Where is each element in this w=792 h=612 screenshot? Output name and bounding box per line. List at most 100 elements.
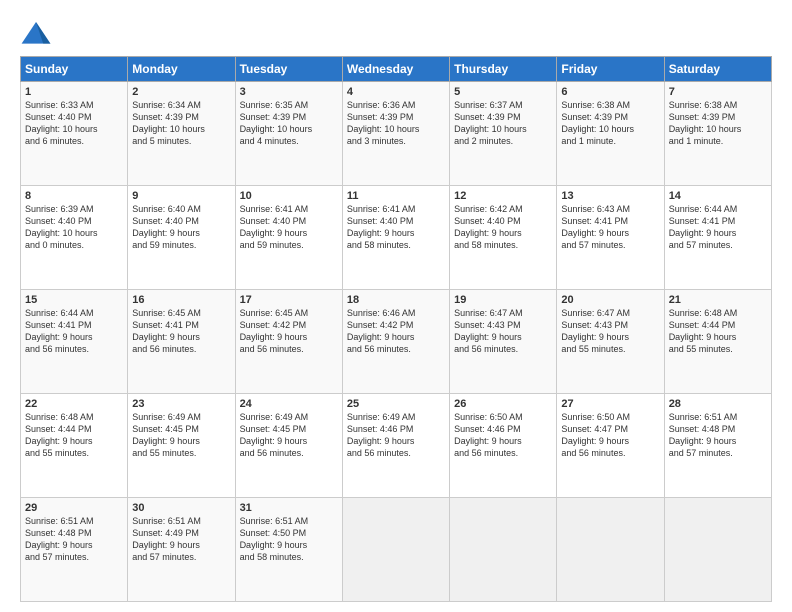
- cell-content: Sunrise: 6:34 AM Sunset: 4:39 PM Dayligh…: [132, 99, 230, 148]
- day-number: 15: [25, 294, 123, 306]
- cell-content: Sunrise: 6:47 AM Sunset: 4:43 PM Dayligh…: [454, 307, 552, 356]
- cell-content: Sunrise: 6:48 AM Sunset: 4:44 PM Dayligh…: [25, 411, 123, 460]
- week-row-2: 8Sunrise: 6:39 AM Sunset: 4:40 PM Daylig…: [21, 186, 772, 290]
- calendar-cell: 17Sunrise: 6:45 AM Sunset: 4:42 PM Dayli…: [235, 290, 342, 394]
- day-number: 7: [669, 86, 767, 98]
- cell-content: Sunrise: 6:42 AM Sunset: 4:40 PM Dayligh…: [454, 203, 552, 252]
- calendar-cell: 6Sunrise: 6:38 AM Sunset: 4:39 PM Daylig…: [557, 82, 664, 186]
- day-number: 30: [132, 502, 230, 514]
- day-number: 18: [347, 294, 445, 306]
- cell-content: Sunrise: 6:35 AM Sunset: 4:39 PM Dayligh…: [240, 99, 338, 148]
- calendar-cell: [557, 498, 664, 602]
- calendar-cell: 15Sunrise: 6:44 AM Sunset: 4:41 PM Dayli…: [21, 290, 128, 394]
- cell-content: Sunrise: 6:36 AM Sunset: 4:39 PM Dayligh…: [347, 99, 445, 148]
- calendar-cell: 9Sunrise: 6:40 AM Sunset: 4:40 PM Daylig…: [128, 186, 235, 290]
- day-number: 8: [25, 190, 123, 202]
- calendar-cell: 28Sunrise: 6:51 AM Sunset: 4:48 PM Dayli…: [664, 394, 771, 498]
- logo: [20, 18, 58, 50]
- day-number: 25: [347, 398, 445, 410]
- cell-content: Sunrise: 6:50 AM Sunset: 4:47 PM Dayligh…: [561, 411, 659, 460]
- day-number: 11: [347, 190, 445, 202]
- day-number: 26: [454, 398, 552, 410]
- calendar-cell: [342, 498, 449, 602]
- calendar-cell: [664, 498, 771, 602]
- header-wednesday: Wednesday: [342, 57, 449, 82]
- week-row-4: 22Sunrise: 6:48 AM Sunset: 4:44 PM Dayli…: [21, 394, 772, 498]
- day-number: 19: [454, 294, 552, 306]
- day-number: 5: [454, 86, 552, 98]
- calendar-cell: 7Sunrise: 6:38 AM Sunset: 4:39 PM Daylig…: [664, 82, 771, 186]
- day-number: 2: [132, 86, 230, 98]
- cell-content: Sunrise: 6:44 AM Sunset: 4:41 PM Dayligh…: [669, 203, 767, 252]
- cell-content: Sunrise: 6:41 AM Sunset: 4:40 PM Dayligh…: [347, 203, 445, 252]
- cell-content: Sunrise: 6:50 AM Sunset: 4:46 PM Dayligh…: [454, 411, 552, 460]
- calendar-cell: 4Sunrise: 6:36 AM Sunset: 4:39 PM Daylig…: [342, 82, 449, 186]
- cell-content: Sunrise: 6:41 AM Sunset: 4:40 PM Dayligh…: [240, 203, 338, 252]
- header-thursday: Thursday: [450, 57, 557, 82]
- day-number: 23: [132, 398, 230, 410]
- day-number: 20: [561, 294, 659, 306]
- day-number: 21: [669, 294, 767, 306]
- day-number: 14: [669, 190, 767, 202]
- calendar-cell: 12Sunrise: 6:42 AM Sunset: 4:40 PM Dayli…: [450, 186, 557, 290]
- calendar-cell: 8Sunrise: 6:39 AM Sunset: 4:40 PM Daylig…: [21, 186, 128, 290]
- calendar-cell: 23Sunrise: 6:49 AM Sunset: 4:45 PM Dayli…: [128, 394, 235, 498]
- cell-content: Sunrise: 6:49 AM Sunset: 4:45 PM Dayligh…: [240, 411, 338, 460]
- calendar-cell: 11Sunrise: 6:41 AM Sunset: 4:40 PM Dayli…: [342, 186, 449, 290]
- cell-content: Sunrise: 6:49 AM Sunset: 4:46 PM Dayligh…: [347, 411, 445, 460]
- day-number: 27: [561, 398, 659, 410]
- cell-content: Sunrise: 6:38 AM Sunset: 4:39 PM Dayligh…: [669, 99, 767, 148]
- calendar-cell: 19Sunrise: 6:47 AM Sunset: 4:43 PM Dayli…: [450, 290, 557, 394]
- calendar-cell: 3Sunrise: 6:35 AM Sunset: 4:39 PM Daylig…: [235, 82, 342, 186]
- day-number: 4: [347, 86, 445, 98]
- calendar-cell: 24Sunrise: 6:49 AM Sunset: 4:45 PM Dayli…: [235, 394, 342, 498]
- header-tuesday: Tuesday: [235, 57, 342, 82]
- calendar-cell: 26Sunrise: 6:50 AM Sunset: 4:46 PM Dayli…: [450, 394, 557, 498]
- day-number: 22: [25, 398, 123, 410]
- header-monday: Monday: [128, 57, 235, 82]
- day-number: 12: [454, 190, 552, 202]
- calendar-cell: 5Sunrise: 6:37 AM Sunset: 4:39 PM Daylig…: [450, 82, 557, 186]
- week-row-1: 1Sunrise: 6:33 AM Sunset: 4:40 PM Daylig…: [21, 82, 772, 186]
- header-friday: Friday: [557, 57, 664, 82]
- calendar-header-row: SundayMondayTuesdayWednesdayThursdayFrid…: [21, 57, 772, 82]
- day-number: 29: [25, 502, 123, 514]
- week-row-3: 15Sunrise: 6:44 AM Sunset: 4:41 PM Dayli…: [21, 290, 772, 394]
- calendar-cell: 18Sunrise: 6:46 AM Sunset: 4:42 PM Dayli…: [342, 290, 449, 394]
- week-row-5: 29Sunrise: 6:51 AM Sunset: 4:48 PM Dayli…: [21, 498, 772, 602]
- cell-content: Sunrise: 6:33 AM Sunset: 4:40 PM Dayligh…: [25, 99, 123, 148]
- calendar-cell: 13Sunrise: 6:43 AM Sunset: 4:41 PM Dayli…: [557, 186, 664, 290]
- cell-content: Sunrise: 6:51 AM Sunset: 4:48 PM Dayligh…: [25, 515, 123, 564]
- cell-content: Sunrise: 6:46 AM Sunset: 4:42 PM Dayligh…: [347, 307, 445, 356]
- cell-content: Sunrise: 6:47 AM Sunset: 4:43 PM Dayligh…: [561, 307, 659, 356]
- calendar-cell: 31Sunrise: 6:51 AM Sunset: 4:50 PM Dayli…: [235, 498, 342, 602]
- calendar-cell: 22Sunrise: 6:48 AM Sunset: 4:44 PM Dayli…: [21, 394, 128, 498]
- cell-content: Sunrise: 6:51 AM Sunset: 4:48 PM Dayligh…: [669, 411, 767, 460]
- cell-content: Sunrise: 6:39 AM Sunset: 4:40 PM Dayligh…: [25, 203, 123, 252]
- calendar-cell: 14Sunrise: 6:44 AM Sunset: 4:41 PM Dayli…: [664, 186, 771, 290]
- calendar-cell: 21Sunrise: 6:48 AM Sunset: 4:44 PM Dayli…: [664, 290, 771, 394]
- cell-content: Sunrise: 6:45 AM Sunset: 4:41 PM Dayligh…: [132, 307, 230, 356]
- day-number: 6: [561, 86, 659, 98]
- day-number: 10: [240, 190, 338, 202]
- calendar-cell: [450, 498, 557, 602]
- day-number: 3: [240, 86, 338, 98]
- cell-content: Sunrise: 6:38 AM Sunset: 4:39 PM Dayligh…: [561, 99, 659, 148]
- cell-content: Sunrise: 6:51 AM Sunset: 4:50 PM Dayligh…: [240, 515, 338, 564]
- header-sunday: Sunday: [21, 57, 128, 82]
- calendar-cell: 27Sunrise: 6:50 AM Sunset: 4:47 PM Dayli…: [557, 394, 664, 498]
- day-number: 13: [561, 190, 659, 202]
- cell-content: Sunrise: 6:37 AM Sunset: 4:39 PM Dayligh…: [454, 99, 552, 148]
- calendar-cell: 20Sunrise: 6:47 AM Sunset: 4:43 PM Dayli…: [557, 290, 664, 394]
- logo-icon: [20, 18, 52, 50]
- header: [20, 18, 772, 50]
- page: SundayMondayTuesdayWednesdayThursdayFrid…: [0, 0, 792, 612]
- calendar: SundayMondayTuesdayWednesdayThursdayFrid…: [20, 56, 772, 602]
- calendar-cell: 1Sunrise: 6:33 AM Sunset: 4:40 PM Daylig…: [21, 82, 128, 186]
- cell-content: Sunrise: 6:45 AM Sunset: 4:42 PM Dayligh…: [240, 307, 338, 356]
- cell-content: Sunrise: 6:49 AM Sunset: 4:45 PM Dayligh…: [132, 411, 230, 460]
- cell-content: Sunrise: 6:48 AM Sunset: 4:44 PM Dayligh…: [669, 307, 767, 356]
- day-number: 24: [240, 398, 338, 410]
- day-number: 1: [25, 86, 123, 98]
- cell-content: Sunrise: 6:51 AM Sunset: 4:49 PM Dayligh…: [132, 515, 230, 564]
